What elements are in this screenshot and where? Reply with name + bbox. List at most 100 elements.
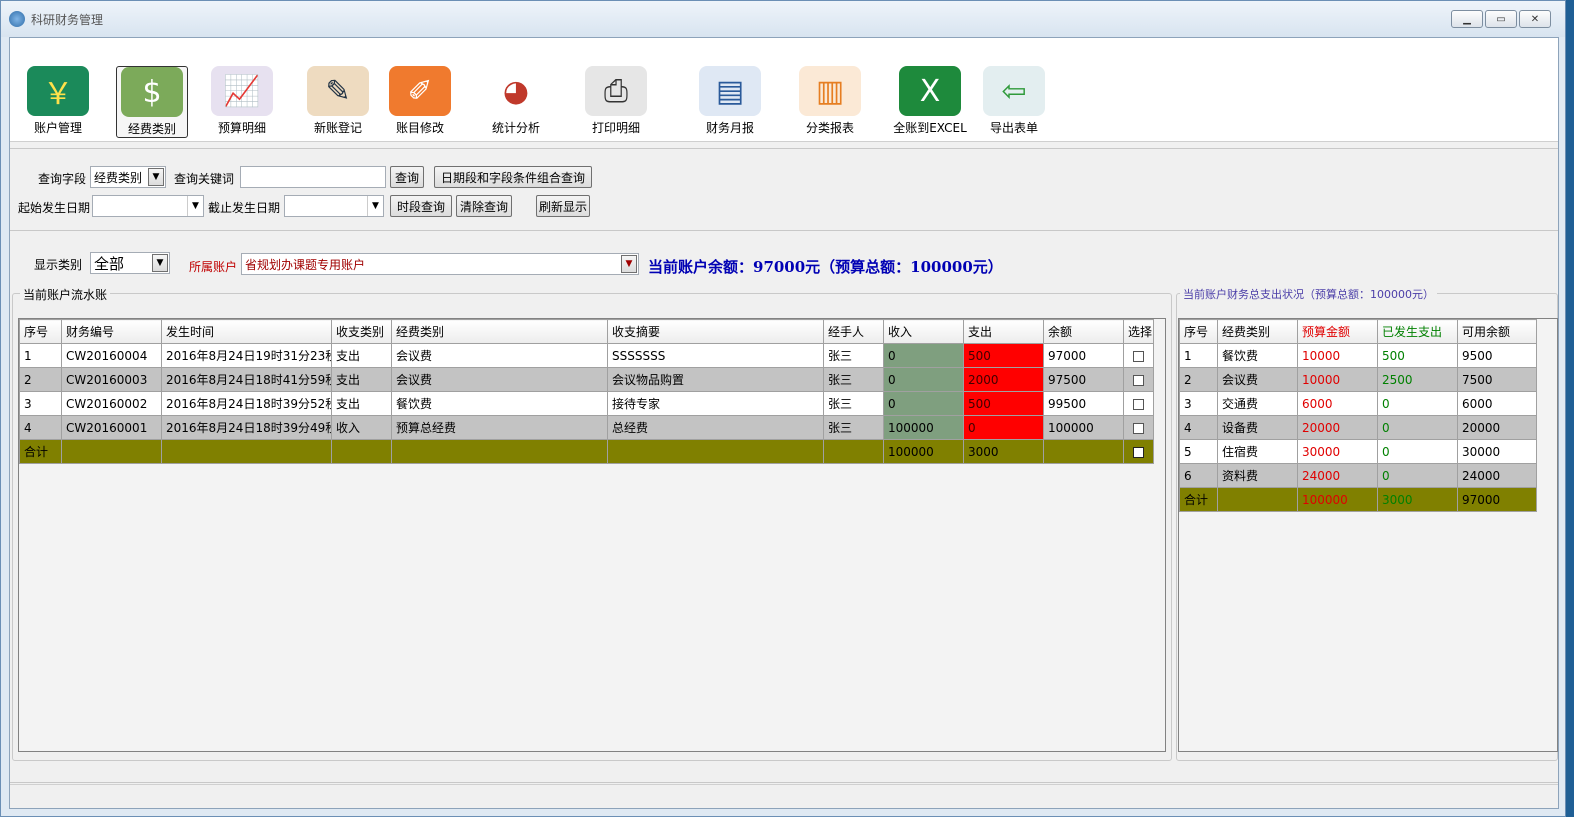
- toolbar-label: 分类报表: [805, 121, 854, 135]
- toolbar-button-0[interactable]: ￥ 账户管理: [22, 66, 94, 138]
- column-header[interactable]: 收入: [883, 319, 964, 344]
- maximize-button[interactable]: ▭: [1485, 10, 1517, 28]
- account-select[interactable]: 省规划办课题专用账户 ▼: [241, 253, 639, 275]
- column-header[interactable]: 支出: [963, 319, 1044, 344]
- ledger-title: 当前账户流水账: [20, 286, 111, 303]
- client-area: ￥ 账户管理 $ 经费类别 📈 预算明细 ✎ 新账登记 ✐ 账目修改 ◕ 统计分析 ⎙ 打印明细 ▤ 财务月报…: [9, 37, 1559, 809]
- toolbar-button-6[interactable]: ⎙ 打印明细: [580, 66, 652, 138]
- chevron-down-icon[interactable]: ▼: [152, 254, 168, 272]
- total-cell: 97000: [1457, 487, 1537, 512]
- column-header[interactable]: 收支摘要: [607, 319, 824, 344]
- table-cell: 2016年8月24日19时31分23秒: [161, 343, 332, 368]
- table-row[interactable]: 3 交通费 6000 0 6000: [1179, 391, 1537, 416]
- end-date-picker[interactable]: ▼: [284, 195, 384, 217]
- toolbar-label: 统计分析: [491, 121, 540, 135]
- table-row[interactable]: 6 资料费 24000 0 24000: [1179, 463, 1537, 488]
- table-cell: 接待专家: [607, 391, 824, 416]
- column-header[interactable]: 已发生支出: [1377, 319, 1458, 344]
- table-row[interactable]: 5 住宿费 30000 0 30000: [1179, 439, 1537, 464]
- table-row[interactable]: 4 设备费 20000 0 20000: [1179, 415, 1537, 440]
- table-cell: 支出: [331, 367, 392, 392]
- column-header[interactable]: 收支类别: [331, 319, 392, 344]
- column-header[interactable]: 选择: [1123, 319, 1154, 344]
- column-header[interactable]: 经费类别: [391, 319, 608, 344]
- column-header[interactable]: 序号: [19, 319, 62, 344]
- table-cell: 会议费: [391, 343, 608, 368]
- table-cell: 1: [19, 343, 62, 368]
- column-header[interactable]: 序号: [1179, 319, 1218, 344]
- select-checkbox[interactable]: [1123, 367, 1154, 392]
- toolbar-button-9[interactable]: X 全账到EXCEL: [893, 66, 967, 138]
- table-cell: 100000: [1043, 415, 1124, 440]
- query-button[interactable]: 查询: [390, 166, 424, 188]
- column-header[interactable]: 发生时间: [161, 319, 332, 344]
- table-row[interactable]: 2 CW20160003 2016年8月24日18时41分59秒 支出 会议费 会议物品购…: [19, 367, 1154, 392]
- total-cell: [331, 439, 392, 464]
- table-cell: 0: [883, 391, 964, 416]
- table-cell: 张三: [823, 391, 884, 416]
- select-checkbox[interactable]: [1123, 391, 1154, 416]
- calendar-dropdown-icon[interactable]: ▼: [187, 196, 203, 216]
- total-cell: 3000: [1377, 487, 1458, 512]
- query-keyword-input[interactable]: [240, 166, 386, 188]
- table-cell: 0: [1377, 391, 1458, 416]
- ledger-header-row: 序号 财务编号 发生时间 收支类别 经费类别 收支摘要 经手人 收入 支出 余额 选择: [19, 319, 1154, 344]
- query-field-select[interactable]: 经费类别 ▼: [90, 166, 166, 188]
- column-header[interactable]: 预算金额: [1297, 319, 1378, 344]
- table-cell: 张三: [823, 367, 884, 392]
- toolbar-button-1[interactable]: $ 经费类别: [116, 66, 188, 138]
- toolbar-button-4[interactable]: ✐ 账目修改: [384, 66, 456, 138]
- total-cell: [391, 439, 608, 464]
- table-row[interactable]: 3 CW20160002 2016年8月24日18时39分52秒 支出 餐饮费 接待专家张…: [19, 391, 1154, 416]
- query-keyword-label: 查询关键词: [174, 172, 235, 186]
- toolbar-button-5[interactable]: ◕ 统计分析: [480, 66, 552, 138]
- select-checkbox[interactable]: [1123, 343, 1154, 368]
- total-cell: [161, 439, 332, 464]
- end-date-label: 截止发生日期: [208, 201, 281, 215]
- total-cell: 100000: [1297, 487, 1378, 512]
- clear-query-button[interactable]: 清除查询: [456, 195, 512, 217]
- combined-query-button[interactable]: 日期段和字段条件组合查询: [434, 166, 592, 188]
- chevron-down-icon[interactable]: ▼: [148, 168, 164, 186]
- query-field-label: 查询字段: [38, 172, 87, 186]
- column-header[interactable]: 可用余额: [1457, 319, 1537, 344]
- table-cell: 3: [19, 391, 62, 416]
- table-cell: 20000: [1457, 415, 1537, 440]
- table-row[interactable]: 1 餐饮费 10000 500 9500: [1179, 343, 1537, 368]
- table-cell: 2016年8月24日18时39分49秒: [161, 415, 332, 440]
- minimize-button[interactable]: ▁: [1451, 10, 1483, 28]
- refresh-button[interactable]: 刷新显示: [536, 195, 590, 217]
- bar-chart-icon: ▥: [799, 66, 861, 116]
- display-type-select[interactable]: 全部 ▼: [90, 252, 170, 274]
- start-date-label: 起始发生日期: [18, 201, 91, 215]
- toolbar-label: 账户管理: [33, 121, 82, 135]
- table-cell: 预算总经费: [391, 415, 608, 440]
- toolbar-button-8[interactable]: ▥ 分类报表: [794, 66, 866, 138]
- table-row[interactable]: 4 CW20160001 2016年8月24日18时39分49秒 收入 预算总经费 总经费…: [19, 415, 1154, 440]
- start-date-picker[interactable]: ▼: [92, 195, 204, 217]
- toolbar-button-10[interactable]: ⇦ 导出表单: [978, 66, 1050, 138]
- table-cell: 会议物品购置: [607, 367, 824, 392]
- select-checkbox[interactable]: [1123, 415, 1154, 440]
- column-header[interactable]: 经手人: [823, 319, 884, 344]
- toolbar-button-7[interactable]: ▤ 财务月报: [694, 66, 766, 138]
- table-cell: 会议费: [391, 367, 608, 392]
- toolbar-button-2[interactable]: 📈 预算明细: [206, 66, 278, 138]
- table-cell: 97500: [1043, 367, 1124, 392]
- table-cell: 20000: [1297, 415, 1378, 440]
- period-query-button[interactable]: 时段查询: [390, 195, 452, 217]
- close-button[interactable]: ✕: [1519, 10, 1551, 28]
- table-cell: 2500: [1377, 367, 1458, 392]
- table-cell: 500: [963, 391, 1044, 416]
- select-all-checkbox[interactable]: [1123, 439, 1154, 464]
- column-header[interactable]: 余额: [1043, 319, 1124, 344]
- table-row[interactable]: 1 CW20160004 2016年8月24日19时31分23秒 支出 会议费 SSSSS…: [19, 343, 1154, 368]
- toolbar-button-3[interactable]: ✎ 新账登记: [302, 66, 374, 138]
- calendar-dropdown-icon[interactable]: ▼: [367, 196, 383, 216]
- table-cell: 设备费: [1217, 415, 1298, 440]
- yen-icon: ￥: [27, 66, 89, 116]
- column-header[interactable]: 经费类别: [1217, 319, 1298, 344]
- table-row[interactable]: 2 会议费 10000 2500 7500: [1179, 367, 1537, 392]
- chevron-down-icon[interactable]: ▼: [621, 255, 637, 273]
- column-header[interactable]: 财务编号: [61, 319, 162, 344]
